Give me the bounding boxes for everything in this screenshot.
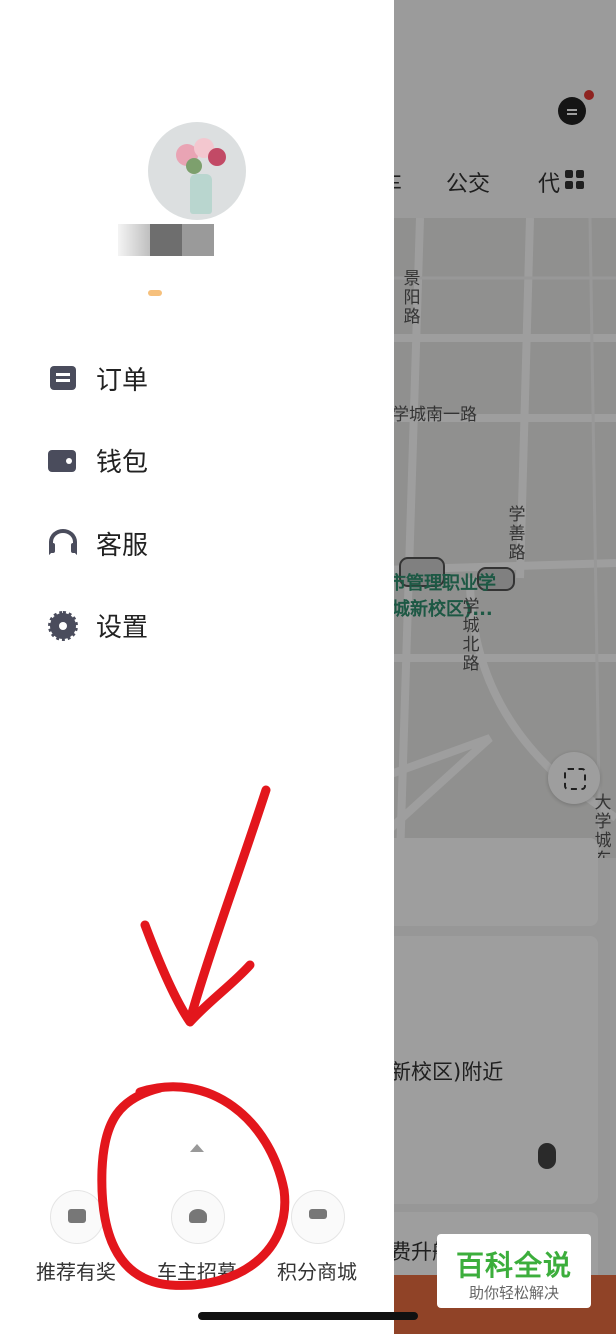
home-indicator[interactable]	[198, 1312, 418, 1320]
watermark-title: 百科全说	[455, 1249, 572, 1282]
red-annotation	[97, 785, 290, 1290]
annotation-circle	[97, 1082, 290, 1290]
watermark-subtitle: 助你轻松解决	[468, 1284, 559, 1302]
watermark-logo: 百科全说 助你轻松解决	[437, 1234, 591, 1308]
